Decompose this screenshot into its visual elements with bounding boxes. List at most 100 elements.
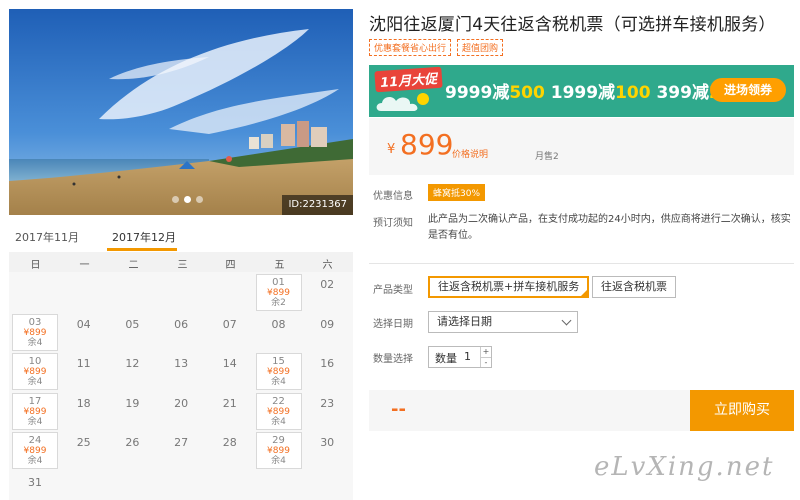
calendar-day[interactable]: 09 [304, 314, 350, 351]
calendar-day-stock: 余4 [27, 456, 43, 466]
calendar-day-price: ¥899 [23, 327, 47, 338]
calendar-day[interactable]: 06 [158, 314, 204, 351]
chevron-down-icon [561, 315, 572, 326]
calendar-day-stock: 余4 [271, 456, 286, 466]
calendar-day-available[interactable]: 29 ¥899 余4 [255, 432, 302, 469]
calendar-day-available[interactable]: 15 ¥899 余4 [255, 353, 302, 390]
calendar-day[interactable]: 27 [158, 432, 204, 469]
calendar-day-number: 26 [125, 436, 140, 449]
calendar-day-number: 09 [320, 317, 335, 331]
calendar-day-price: ¥899 [267, 367, 290, 377]
promo-offers: 9999减500 1999减100 399减20 [445, 78, 733, 103]
active-month-indicator [107, 248, 177, 251]
calendar-day-number: 08 [271, 317, 286, 331]
calendar-day[interactable]: 14 [207, 353, 253, 390]
weekday-wed: 三 [177, 260, 188, 271]
calendar-day[interactable]: 13 [158, 353, 204, 390]
get-coupon-button[interactable]: 进场领券 [710, 78, 786, 102]
calendar-day-stock: 余4 [27, 337, 43, 348]
date-select[interactable]: 请选择日期 [428, 311, 578, 333]
calendar-day-available[interactable]: 10 ¥899 余4 [12, 353, 58, 390]
calendar-day[interactable]: 18 [61, 393, 107, 430]
promo-discount-amount: 500 [509, 83, 545, 103]
calendar-day-number: 24 [28, 435, 42, 446]
calendar-day[interactable]: 11 [61, 353, 107, 390]
quantity-stepper[interactable]: 数量 1 + - [428, 346, 492, 368]
calendar-day-price: ¥899 [267, 288, 290, 298]
date-select-placeholder: 请选择日期 [437, 315, 492, 328]
calendar-day-number: 29 [272, 435, 285, 446]
calendar-day-number: 06 [174, 317, 189, 331]
monthly-sales: 月售2 [535, 152, 559, 162]
calendar-day[interactable]: 30 [304, 432, 350, 469]
calendar-day-available[interactable]: 03 ¥899 余4 [12, 313, 58, 351]
calendar-day-number: 20 [174, 396, 189, 410]
calendar-day[interactable]: 19 [109, 393, 155, 430]
quantity-increase-button[interactable]: + [481, 347, 491, 357]
quantity-value[interactable]: 1 [464, 350, 471, 363]
notice-label: 预订须知 [373, 218, 413, 229]
calendar-day-number: 18 [76, 396, 91, 410]
calendar-day[interactable]: 26 [109, 432, 155, 469]
calendar-day-number: 30 [320, 436, 335, 449]
carousel-dot-active[interactable] [184, 196, 191, 203]
tab-month-dec[interactable]: 2017年12月 [112, 229, 176, 245]
option-ticket-only[interactable]: 往返含税机票 [592, 276, 676, 298]
month-tabs: 2017年11月 2017年12月 [9, 222, 353, 252]
product-photo[interactable]: ID:2231367 [9, 9, 353, 215]
calendar-day-stock: 余2 [271, 298, 286, 308]
calendar-day[interactable]: 25 [61, 432, 107, 469]
calendar-day-number: 04 [76, 317, 91, 331]
calendar-day-number: 23 [320, 396, 335, 410]
calendar-day-number: 11 [76, 357, 91, 370]
calendar-day-number: 15 [272, 356, 285, 367]
promo-banner[interactable]: 11月大促 9999减500 1999减100 399减20 进场领券 [369, 65, 794, 117]
calendar-day[interactable]: 21 [207, 393, 253, 430]
calendar-day[interactable]: 07 [207, 314, 253, 351]
promo-threshold: 9999减 [445, 83, 510, 103]
calendar-day-number: 01 [272, 277, 285, 288]
calendar-day-available[interactable]: 24 ¥899 余4 [12, 432, 58, 469]
price-explanation-link[interactable]: 价格说明 [452, 147, 488, 160]
buy-now-button[interactable]: 立即购买 [690, 390, 794, 431]
calendar-day-number: 07 [222, 317, 237, 331]
calendar-day[interactable]: 31 [12, 472, 58, 500]
divider [369, 263, 794, 264]
weekday-fri: 五 [274, 260, 285, 271]
weekday-tue: 二 [128, 260, 139, 271]
calendar-day-available[interactable]: 22 ¥899 余4 [255, 392, 302, 430]
product-tags: 优惠套餐省心出行 超值团购 [369, 39, 504, 56]
calendar-day[interactable]: 28 [207, 432, 253, 469]
checkout-bar: -- 立即购买 [369, 390, 794, 431]
beach-photo-image [9, 9, 353, 215]
calendar-day-number: 19 [125, 396, 140, 410]
weekday-thu: 四 [225, 260, 236, 271]
calendar-day-number: 12 [125, 357, 140, 370]
price-box: ¥ 899 价格说明 月售2 [369, 118, 794, 175]
tab-month-nov[interactable]: 2017年11月 [15, 229, 79, 245]
quantity-decrease-button[interactable]: - [481, 357, 491, 367]
calendar-day-price: ¥899 [267, 446, 290, 456]
calendar-day[interactable]: 12 [109, 353, 155, 390]
calendar-day[interactable]: 08 [256, 314, 302, 351]
calendar-day[interactable]: 05 [109, 314, 155, 351]
calendar-day-available[interactable]: 17 ¥899 余4 [12, 392, 58, 430]
calendar-day[interactable]: 20 [158, 393, 204, 430]
carousel-dot[interactable] [172, 196, 179, 203]
weekday-sun: 日 [30, 260, 41, 271]
order-total: -- [391, 399, 406, 420]
date-label: 选择日期 [373, 319, 413, 330]
option-ticket-plus-pickup[interactable]: 往返含税机票+拼车接机服务 [428, 276, 590, 298]
calendar-day-number: 05 [125, 317, 140, 331]
calendar-day-number: 25 [76, 436, 91, 449]
calendar-day[interactable]: 16 [304, 353, 350, 390]
calendar-day-number: 31 [28, 475, 42, 489]
carousel-dot[interactable] [196, 196, 203, 203]
calendar-grid: 01 ¥899 余2 02 03 ¥899 余4 04 05 06 07 08 09 10 ¥899 余4 11… [9, 272, 353, 500]
calendar-day-number: 28 [222, 436, 237, 449]
calendar-day[interactable]: 02 [304, 274, 350, 311]
calendar-day[interactable]: 23 [304, 393, 350, 430]
calendar-day[interactable]: 04 [61, 314, 107, 351]
quantity-buttons: + - [480, 347, 491, 367]
calendar-day-available[interactable]: 01 ¥899 余2 [255, 274, 302, 311]
